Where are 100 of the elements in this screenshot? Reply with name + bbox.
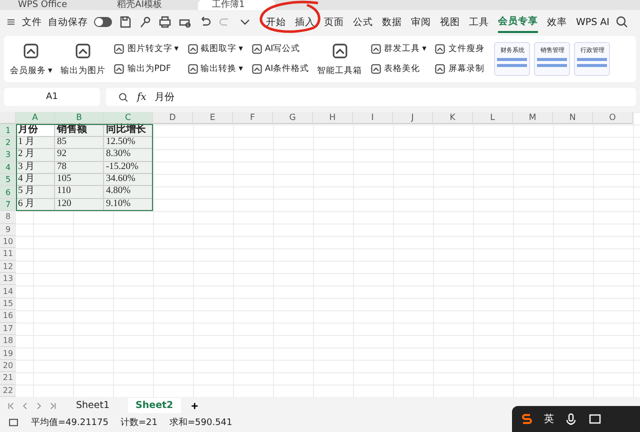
ribbon-tab[interactable]: 页面 [324,12,344,32]
column-header[interactable]: N [553,112,593,124]
function-label[interactable]: fx [137,92,146,102]
row-header[interactable]: 8 [0,211,16,224]
row-header[interactable]: 21 [0,372,16,385]
column-header[interactable]: E [193,112,233,124]
row-header[interactable]: 4 [0,162,16,174]
ribbon-tab[interactable]: 工具 [469,12,489,32]
ribbon-tab[interactable]: 数据 [382,12,402,32]
dropdown-icon: ▾ [238,44,243,54]
table-cell: 2 月 [16,149,55,162]
first-sheet-icon [6,400,16,411]
column-header[interactable]: O [593,112,633,124]
window-tab[interactable]: WPS Office [4,0,98,10]
row-header[interactable]: 12 [0,260,16,274]
row-header[interactable]: 13 [0,273,16,286]
ribbon-tab[interactable]: 效率 [547,12,567,32]
table-cell: 34.60% [104,174,153,186]
ribbon-button[interactable]: 文件瘦身 [434,43,484,55]
row-header[interactable]: 16 [0,310,16,323]
row-header[interactable]: 17 [0,322,16,336]
row-header[interactable]: 19 [0,347,16,360]
column-header[interactable]: B [55,112,104,124]
ribbon-button[interactable]: 智能工具箱 [317,64,362,76]
row-header[interactable]: 1 [0,124,16,137]
ribbon-button[interactable]: 截图取字 ▾ [186,43,243,55]
formula-field[interactable]: fx 月份 [106,88,636,106]
window-tab[interactable]: 工作簿1 [198,0,275,10]
table-cell: 4.80% [104,186,153,199]
ribbon-tab[interactable]: 视图 [440,12,460,32]
autosave-toggle[interactable] [94,17,112,27]
column-header[interactable]: M [513,112,553,124]
formula-text: 月份 [154,91,174,104]
ribbon-tab[interactable]: 开始 [266,12,286,32]
dropdown-icon: ▾ [238,64,243,74]
column-header[interactable]: A [16,112,55,124]
menu-icon [6,17,16,27]
ime-logo-icon [520,412,534,426]
row-header[interactable]: 7 [0,198,16,212]
search-icon [615,15,630,29]
column-header[interactable]: C [104,112,153,124]
table-cell: -15.20% [104,162,153,174]
table-cell: 1 月 [16,136,55,150]
ribbon-tab[interactable]: 会员专享 [498,12,538,32]
row-header[interactable]: 15 [0,298,16,310]
status-stat: 平均值=49.21175 [31,416,108,430]
row-header[interactable]: 10 [0,236,16,248]
name-box[interactable]: A1 [4,88,100,106]
ime-language[interactable]: 英 [544,412,554,426]
row-header[interactable]: 22 [0,384,16,397]
row-header[interactable]: 2 [0,136,16,150]
column-header[interactable]: H [313,112,353,124]
row-header[interactable]: 3 [0,149,16,162]
row-header[interactable]: 20 [0,360,16,372]
row-header[interactable]: 11 [0,248,16,261]
last-sheet-icon [48,400,58,411]
row-header[interactable]: 14 [0,285,16,298]
column-header[interactable]: J [393,112,433,124]
table-cell: 3 月 [16,162,55,174]
file-menu[interactable]: 文件 [22,16,42,28]
ribbon-tab[interactable]: 插入 [295,12,315,32]
ribbon-button[interactable]: 输出转换 ▾ [186,63,243,75]
ribbon-tab[interactable]: 审阅 [411,12,431,32]
circle-annotation [258,0,322,36]
sheet-tab[interactable]: Sheet2 [128,398,182,414]
row-header[interactable]: 6 [0,186,16,199]
column-header[interactable]: K [433,112,473,124]
ribbon-button[interactable]: 表格美化 [370,63,426,75]
column-header[interactable]: D [153,112,193,124]
ribbon-button[interactable]: AI条件格式 [250,63,310,75]
status-icon [8,417,19,428]
ribbon-tab[interactable]: 公式 [353,12,373,32]
table-cell: 92 [55,149,104,162]
column-header[interactable]: I [353,112,393,124]
keyboard-icon [588,412,602,426]
column-header[interactable]: F [233,112,273,124]
sheet-tab[interactable]: Sheet1 [68,398,118,414]
row-header[interactable]: 9 [0,224,16,236]
ribbon-button[interactable]: 图片转文字 ▾ [113,43,179,55]
ribbon-button[interactable]: 会员服务 ▾ [10,64,52,76]
ribbon-button[interactable]: 输出为PDF [113,63,179,75]
microphone-icon [564,412,578,426]
ribbon-tab[interactable]: WPS AI [576,12,610,32]
row-header[interactable]: 5 [0,174,16,186]
row-header[interactable]: 18 [0,335,16,348]
add-sheet-button[interactable]: + [191,398,198,413]
ribbon-button[interactable]: AI写公式 [250,43,310,55]
autosave-label: 自动保存 [48,16,88,28]
column-header[interactable]: G [273,112,313,124]
ribbon-button[interactable]: 屏幕录制 [434,63,484,75]
ribbon-button[interactable]: 群发工具 ▾ [370,43,426,55]
table-cell: 4 月 [16,174,55,186]
table-cell: 105 [55,174,104,186]
ribbon-button[interactable]: 输出为图片 [60,64,106,76]
dropdown-icon: ▾ [48,66,52,76]
column-header[interactable]: L [473,112,513,124]
key-icon [138,15,152,29]
zoom-icon [118,92,129,102]
table-cell: 8.30% [104,149,153,162]
print-icon [158,15,172,29]
